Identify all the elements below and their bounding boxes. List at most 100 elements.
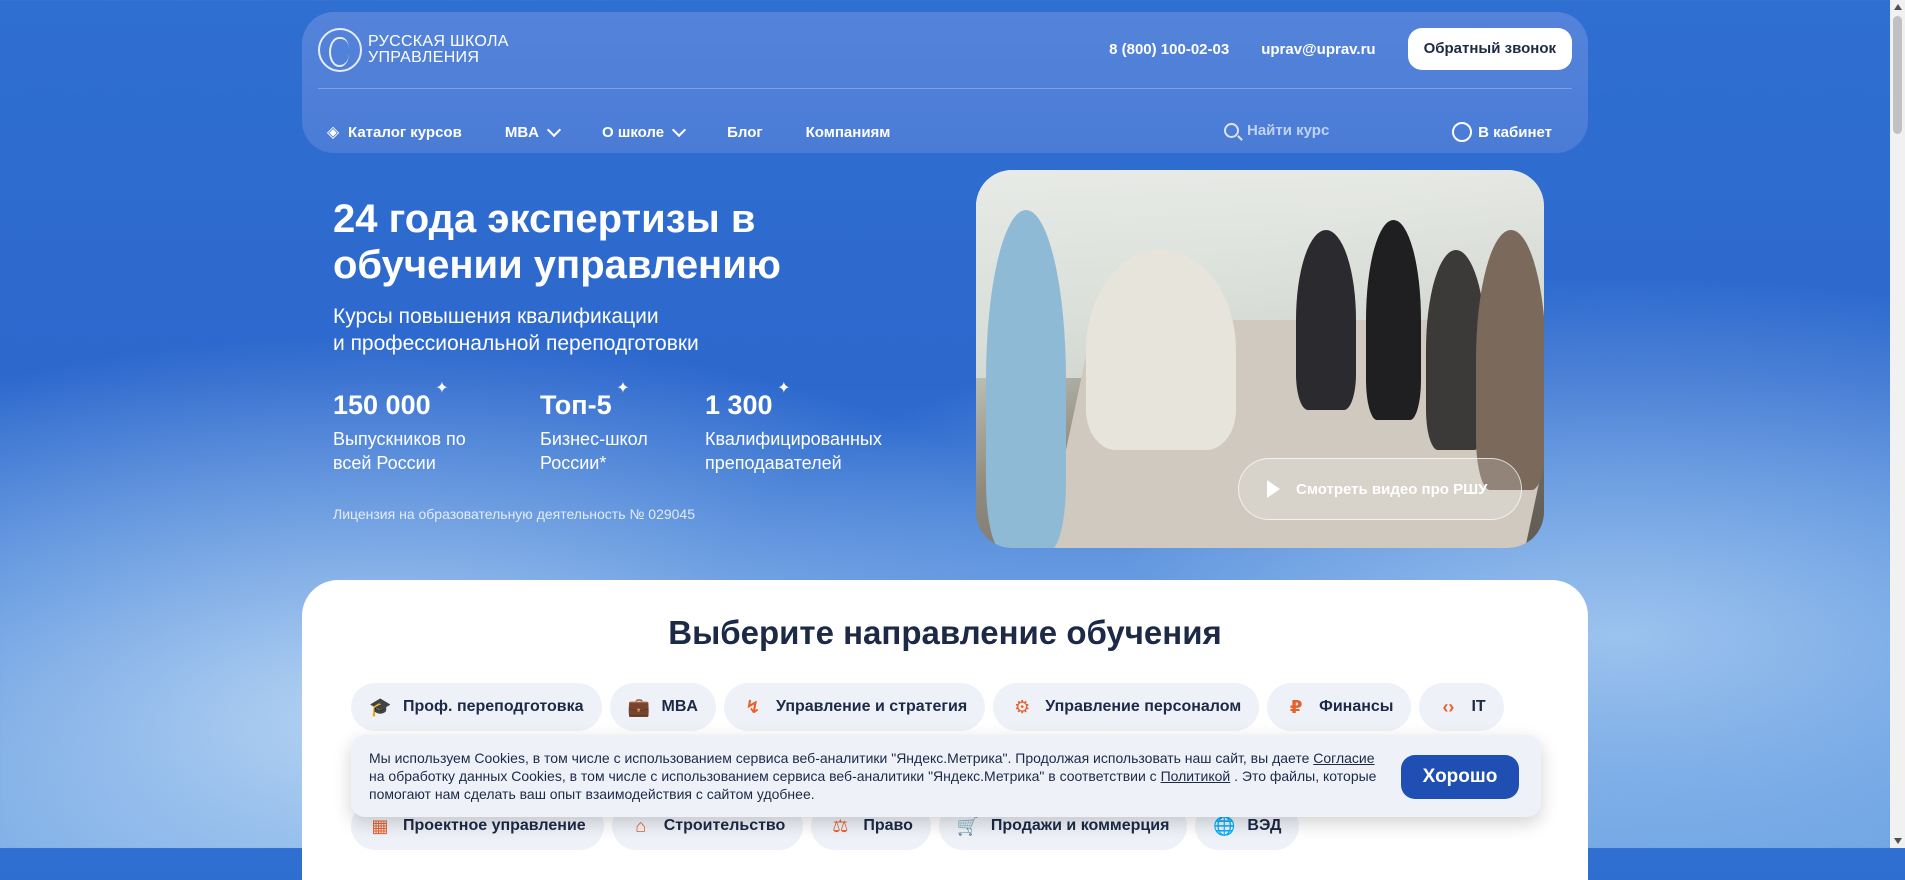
search-icon <box>1224 123 1239 138</box>
nav-companies[interactable]: Компаниям <box>806 124 891 141</box>
money-bag-icon: ₽ <box>1289 696 1303 717</box>
nav-companies-label: Компаниям <box>805 123 891 141</box>
direction-chip[interactable]: ↯ Управление и стратегия <box>723 683 986 731</box>
hero-subtitle-line-2: и профессиональной переподготовки <box>333 332 699 355</box>
stat-value: Топ-5 <box>540 390 612 420</box>
callback-button[interactable]: Обратный звонок <box>1407 28 1572 70</box>
globe-icon: 🌐 <box>1213 815 1236 836</box>
cookie-text: Мы используем Cookies, в том числе с исп… <box>369 749 1379 803</box>
scrollbar-thumb[interactable] <box>1893 16 1902 134</box>
direction-chip[interactable]: ‹› IT <box>1419 683 1504 731</box>
stat-desc-line: всей России <box>333 453 436 473</box>
search-placeholder: Найти курс <box>1247 122 1330 139</box>
logo-icon <box>318 28 362 72</box>
chip-label: Продажи и коммерция <box>990 817 1170 834</box>
stat-value: 1 300 <box>705 390 773 420</box>
directions-panel: Выберите направление обучения 🎓 Проф. пер… <box>302 580 1588 880</box>
nav-catalog-label: Каталог курсов <box>348 123 462 141</box>
chip-label: Финансы <box>1319 698 1394 715</box>
hero-subtitle: Курсы повышения квалификации и профессио… <box>333 303 833 357</box>
chip-label: ВЭД <box>1247 817 1282 834</box>
nav-mba[interactable]: MBA <box>504 122 562 141</box>
play-icon <box>1267 480 1280 498</box>
stat-desc-line: России* <box>540 453 607 473</box>
search-input[interactable]: Найти курс <box>1224 122 1329 139</box>
header-contacts: 8 (800) 100-02-03 uprav@uprav.ru Обратны… <box>1109 28 1572 70</box>
graduation-cap-icon: 🎓 <box>369 696 392 717</box>
chevron-down-icon <box>546 122 562 137</box>
logo-line-2: УПРАВЛЕНИЯ <box>368 49 480 66</box>
directions-title: Выберите направление обучения <box>668 614 1222 651</box>
scroll-down-arrow-icon[interactable] <box>1894 838 1902 844</box>
chip-label: Управление персоналом <box>1045 698 1242 715</box>
policy-link[interactable]: Политикой <box>1161 768 1231 784</box>
consent-link[interactable]: Согласие <box>1313 750 1374 766</box>
photo-person <box>1086 250 1236 450</box>
watch-video-button[interactable]: Смотреть видео про РШУ <box>1238 458 1522 520</box>
people-gear-icon: ⚙ <box>1014 696 1031 717</box>
direction-chip[interactable]: ⚙ Управление персоналом <box>993 683 1260 731</box>
cookie-text-part: на обработку данных Cookies, в том числе… <box>369 768 1161 784</box>
chip-label: Проф. переподготовка <box>403 698 584 715</box>
direction-chip[interactable]: ₽ Финансы <box>1267 683 1412 731</box>
sparkle-icon: ✦ <box>616 380 630 397</box>
cookie-accept-button[interactable]: Хорошо <box>1401 755 1519 799</box>
briefcase-icon: 💼 <box>627 696 650 717</box>
nav-about[interactable]: О школе <box>602 122 687 141</box>
watch-video-label: Смотреть видео про РШУ <box>1296 480 1488 498</box>
hero-title: 24 года экспертизы в обучении управлению <box>333 197 781 287</box>
cabinet-label: В кабинет <box>1478 123 1552 141</box>
cabinet-link[interactable]: В кабинет <box>1452 122 1552 142</box>
stat-teachers: 1 300 ✦ Квалифицированных преподавателей <box>705 380 882 475</box>
chip-label: Строительство <box>663 817 786 834</box>
nav-blog-label: Блог <box>727 123 763 141</box>
nav-about-label: О школе <box>602 123 665 141</box>
chevron-down-icon <box>672 122 687 137</box>
phone-link[interactable]: 8 (800) 100-02-03 <box>1109 41 1229 58</box>
main-nav: ◈ Каталог курсов MBA О школе Блог Компан… <box>324 122 933 142</box>
paint-roller-icon: ⌂ <box>635 815 647 836</box>
nav-mba-label: MBA <box>504 123 539 141</box>
cookie-text-part: Мы используем Cookies, в том числе с исп… <box>369 750 1310 766</box>
chip-label: IT <box>1471 698 1486 715</box>
hero-photo: Смотреть видео про РШУ <box>976 170 1544 548</box>
header-divider <box>318 88 1572 89</box>
cookie-banner: Мы используем Cookies, в том числе с исп… <box>351 735 1541 817</box>
scales-icon: ⚖ <box>832 815 849 836</box>
project-grid-icon: ▦ <box>371 815 389 836</box>
stat-ranking: Топ-5 ✦ Бизнес-школ России* <box>540 380 648 475</box>
nav-blog[interactable]: Блог <box>727 124 763 141</box>
directions-row-1: 🎓 Проф. переподготовка 💼 MBA ↯ Управление и… <box>351 683 1504 731</box>
license-text: Лицензия на образовательную деятельность… <box>333 506 696 522</box>
cart-icon: 🛒 <box>956 815 980 836</box>
chip-label: Право <box>863 817 913 834</box>
scroll-up-arrow-icon[interactable] <box>1894 4 1902 10</box>
stat-desc-line: Квалифицированных <box>705 429 882 449</box>
direction-chip[interactable]: 💼 MBA <box>609 683 716 731</box>
stat-desc-line: Выпускников по <box>333 429 466 449</box>
user-icon <box>1452 122 1473 142</box>
stat-graduates: 150 000 ✦ Выпускников по всей России <box>333 380 466 475</box>
page-scrollbar[interactable] <box>1890 0 1905 848</box>
site-header: РУССКАЯ ШКОЛА УПРАВЛЕНИЯ 8 (800) 100-02-… <box>302 12 1588 153</box>
photo-person <box>1476 230 1544 490</box>
logo-line-1: РУССКАЯ ШКОЛА <box>368 33 509 50</box>
sparkle-icon: ✦ <box>777 380 791 397</box>
route-icon: ↯ <box>745 696 761 717</box>
chip-label: Проектное управление <box>403 817 586 834</box>
photo-person <box>1296 230 1356 410</box>
nav-catalog[interactable]: ◈ Каталог курсов <box>324 122 462 142</box>
direction-chip[interactable]: 🎓 Проф. переподготовка <box>351 683 602 731</box>
layers-icon: ◈ <box>326 124 340 141</box>
code-icon: ‹› <box>1442 696 1455 717</box>
photo-person <box>986 210 1066 548</box>
chip-label: MBA <box>661 698 698 715</box>
school-logo[interactable]: РУССКАЯ ШКОЛА УПРАВЛЕНИЯ <box>318 28 509 72</box>
sparkle-icon: ✦ <box>435 380 449 397</box>
stat-value: 150 000 <box>333 390 431 420</box>
email-link[interactable]: uprav@uprav.ru <box>1261 41 1375 58</box>
photo-person <box>1366 220 1421 420</box>
chip-label: Управление и стратегия <box>775 698 968 715</box>
stat-desc-line: Бизнес-школ <box>540 429 648 449</box>
logo-text: РУССКАЯ ШКОЛА УПРАВЛЕНИЯ <box>368 34 509 66</box>
